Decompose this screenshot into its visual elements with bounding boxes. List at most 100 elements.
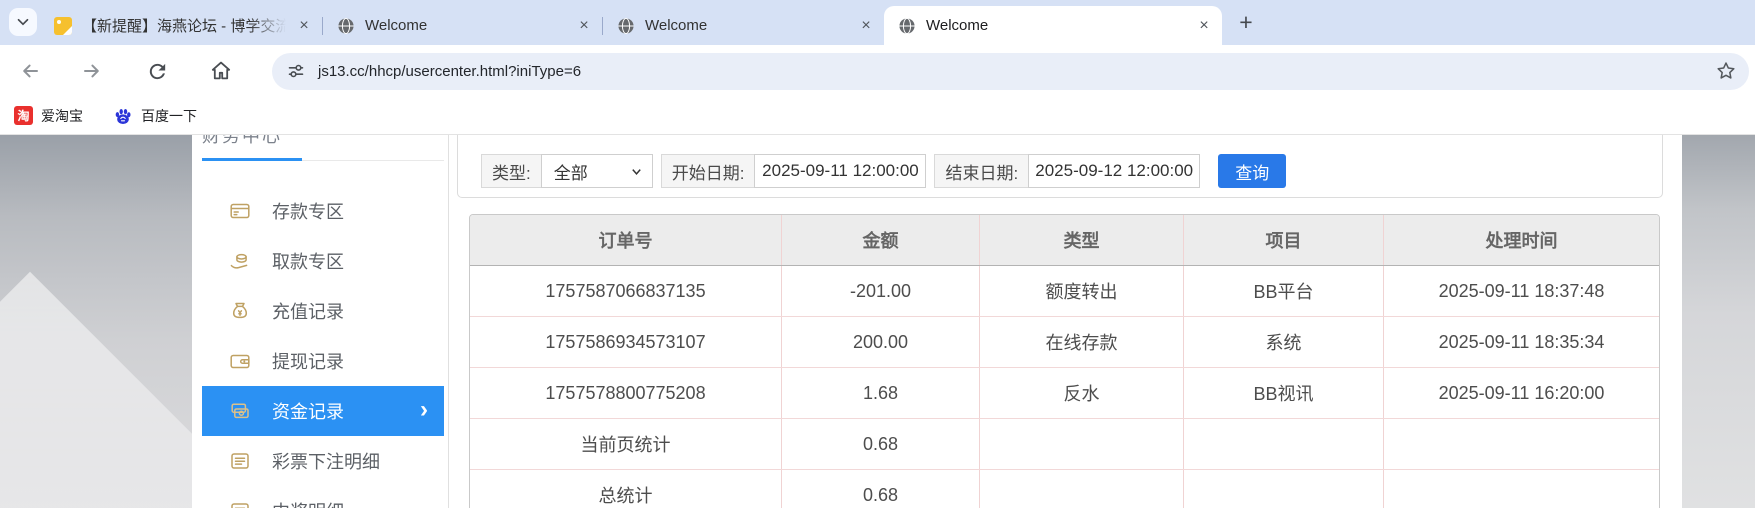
sidebar-item-lottery-bet-details[interactable]: 彩票下注明细 [202,436,444,486]
column-header-project: 项目 [1184,215,1384,265]
sidebar-item-withdrawal-records[interactable]: 提现记录 [202,336,444,386]
forward-button[interactable] [80,58,106,84]
sidebar: 财务中心 存款专区 取款专区 [192,135,449,508]
page-background-right [1682,135,1755,508]
tab-close-icon[interactable]: × [574,16,594,36]
cell-amount: -201.00 [782,266,980,316]
reload-icon [146,60,169,83]
bookmark-baidu[interactable]: 百度一下 [113,106,197,126]
start-date-label: 开始日期: [661,154,755,188]
globe-icon [617,17,635,35]
wallet-icon [228,349,252,373]
withdraw-hand-icon [228,249,252,273]
reload-button[interactable] [144,58,170,84]
baidu-paw-icon [113,106,133,126]
table-row-grand-total: 总统计 0.68 [470,470,1659,508]
cell-amount: 0.68 [782,470,980,508]
cell-process-time: 2025-09-11 18:35:34 [1384,317,1659,367]
url-text[interactable]: js13.cc/hhcp/usercenter.html?iniType=6 [318,63,581,80]
cell-empty [980,419,1184,469]
home-icon [209,59,233,83]
cell-empty [1384,419,1659,469]
new-tab-button[interactable]: + [1232,8,1260,36]
cell-label: 当前页统计 [470,419,782,469]
home-button[interactable] [208,58,234,84]
column-header-type: 类型 [980,215,1184,265]
star-icon [1715,60,1737,82]
tab-close-icon[interactable]: × [294,16,314,36]
sidebar-item-label: 充值记录 [272,298,344,324]
sidebar-item-label: 彩票下注明细 [272,448,380,474]
table-row-page-total: 当前页统计 0.68 [470,419,1659,470]
tab-close-icon[interactable]: × [1194,16,1214,36]
cell-type: 额度转出 [980,266,1184,316]
end-date-group: 结束日期: 2025-09-12 12:00:00 [934,154,1200,188]
filter-row: 类型: 全部 开始日期: 2025-09-11 12:00:00 结束日期: 2… [481,154,1286,188]
back-button[interactable] [16,58,42,84]
sidebar-item-label: 提现记录 [272,348,344,374]
cell-empty [1184,470,1384,508]
sidebar-item-label: 中奖明细 [272,498,344,508]
moneybag-icon [228,299,252,323]
bookmark-taobao[interactable]: 淘 爱淘宝 [14,106,83,126]
tab-strip: 【新提醒】海燕论坛 - 博学交流 × Welcome × Welcome × W… [0,0,1755,45]
type-filter-group: 类型: 全部 [481,154,653,188]
tab-welcome-2[interactable]: Welcome × [603,6,884,45]
page-content: 财务中心 存款专区 取款专区 [0,135,1755,508]
cell-empty [980,470,1184,508]
sidebar-item-recharge-records[interactable]: 充值记录 [202,286,444,336]
cell-type: 反水 [980,368,1184,418]
cell-type: 在线存款 [980,317,1184,367]
cell-amount: 200.00 [782,317,980,367]
cell-order-no: 1757587066837135 [470,266,782,316]
sidebar-item-deposit[interactable]: 存款专区 [202,186,444,236]
bookmark-star-button[interactable] [1715,60,1737,82]
start-date-input[interactable]: 2025-09-11 12:00:00 [754,154,926,188]
browser-toolbar: js13.cc/hhcp/usercenter.html?iniType=6 [0,45,1755,97]
sidebar-item-withdraw[interactable]: 取款专区 [202,236,444,286]
tab-search-button[interactable] [9,8,37,36]
tab-forum[interactable]: 【新提醒】海燕论坛 - 博学交流 × [40,6,322,45]
url-bar[interactable]: js13.cc/hhcp/usercenter.html?iniType=6 [272,53,1749,90]
bookmark-label: 爱淘宝 [41,106,83,126]
bookmark-label: 百度一下 [141,106,197,126]
end-date-input[interactable]: 2025-09-12 12:00:00 [1028,154,1200,188]
tab-welcome-1[interactable]: Welcome × [323,6,602,45]
tab-title: Welcome [926,17,1186,34]
table-row: 1757586934573107 200.00 在线存款 系统 2025-09-… [470,317,1659,368]
cell-project: 系统 [1184,317,1384,367]
arrow-right-icon [81,59,105,83]
end-date-label: 结束日期: [934,154,1028,188]
start-date-group: 开始日期: 2025-09-11 12:00:00 [661,154,927,188]
table-header-row: 订单号 金额 类型 项目 处理时间 [470,215,1659,266]
sidebar-item-label: 取款专区 [272,248,344,274]
sidebar-item-funds-records[interactable]: 资金记录 › [202,386,444,436]
sidebar-item-label: 资金记录 [272,398,344,424]
chevron-right-icon: › [420,398,428,422]
browser-window: 【新提醒】海燕论坛 - 博学交流 × Welcome × Welcome × W… [0,0,1755,508]
tab-title: 【新提醒】海燕论坛 - 博学交流 [82,15,286,36]
site-settings-icon[interactable] [286,61,306,81]
sidebar-header-underline [202,158,302,161]
type-select[interactable]: 全部 [541,154,653,188]
filter-panel: 类型: 全部 开始日期: 2025-09-11 12:00:00 结束日期: 2… [457,135,1663,198]
sidebar-item-clipped[interactable]: 中奖明细 [202,486,444,508]
cell-empty [1384,470,1659,508]
arrow-left-icon [17,59,41,83]
cell-amount: 0.68 [782,419,980,469]
type-label: 类型: [481,154,541,188]
globe-icon [898,17,916,35]
tab-close-icon[interactable]: × [856,16,876,36]
chevron-down-icon [14,13,32,31]
column-header-amount: 金额 [782,215,980,265]
cell-process-time: 2025-09-11 16:20:00 [1384,368,1659,418]
bookmarks-bar: 淘 爱淘宝 百度一下 [0,97,1755,135]
list-icon [228,449,252,473]
cell-order-no: 1757578800775208 [470,368,782,418]
cell-order-no: 1757586934573107 [470,317,782,367]
search-button[interactable]: 查询 [1218,154,1286,188]
page-background-left [0,135,192,508]
tab-title: Welcome [645,17,848,34]
tab-welcome-active[interactable]: Welcome × [884,6,1222,45]
column-header-process-time: 处理时间 [1384,215,1659,265]
